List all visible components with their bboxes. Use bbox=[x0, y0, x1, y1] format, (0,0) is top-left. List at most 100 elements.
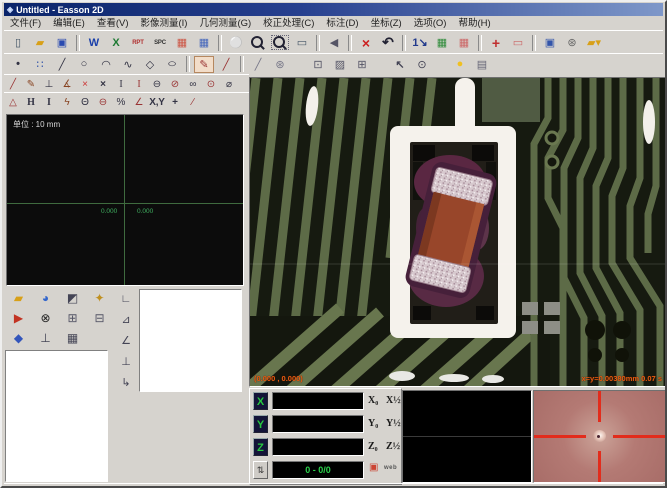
tools-icon[interactable]: ✦ bbox=[86, 288, 113, 307]
point-grid-tool-icon[interactable]: ∷ bbox=[30, 56, 50, 73]
zoom-camera-view[interactable] bbox=[533, 390, 666, 483]
perpendicular-icon[interactable]: ⊥ bbox=[40, 76, 58, 92]
line-tool-icon[interactable]: ╱ bbox=[52, 56, 72, 73]
y-half-button[interactable]: Y½ bbox=[386, 418, 401, 429]
delete-icon[interactable]: × bbox=[356, 34, 376, 51]
i-distance-icon[interactable]: I bbox=[40, 94, 58, 110]
circle-slash-icon[interactable]: ⊘ bbox=[166, 76, 184, 92]
menu-annotate[interactable]: 标注(D) bbox=[320, 17, 364, 30]
back-icon[interactable]: ◀ bbox=[324, 34, 344, 51]
undo-icon[interactable]: ↶ bbox=[378, 34, 398, 51]
gem-icon[interactable]: ◆ bbox=[5, 328, 32, 347]
grid-icon[interactable]: ▦ bbox=[59, 328, 86, 347]
axis-angle-icon[interactable]: ∠ bbox=[116, 330, 136, 351]
percent-icon[interactable]: % bbox=[112, 94, 130, 110]
box-transform-icon[interactable]: ▨ bbox=[330, 56, 350, 73]
theta-icon[interactable]: Θ bbox=[76, 94, 94, 110]
cross-large-icon[interactable]: × bbox=[94, 76, 112, 92]
menu-help[interactable]: 帮助(H) bbox=[452, 17, 496, 30]
measure-pen-icon[interactable]: ✎ bbox=[22, 76, 40, 92]
menu-correction[interactable]: 校正处理(C) bbox=[257, 17, 320, 30]
axis-branch-icon[interactable]: ↳ bbox=[116, 372, 136, 393]
zoom-region-icon[interactable] bbox=[270, 34, 290, 51]
word-export-icon[interactable]: W bbox=[84, 34, 104, 51]
z-half-button[interactable]: Z½ bbox=[386, 441, 400, 452]
construct-line-icon[interactable]: ╱ bbox=[248, 56, 268, 73]
spline-tool-icon[interactable]: ∿ bbox=[118, 56, 138, 73]
image-folder-icon[interactable]: ▰▾ bbox=[584, 34, 604, 51]
settings-icon[interactable]: ⊛ bbox=[562, 34, 582, 51]
ibeam-tall-icon[interactable]: I bbox=[130, 76, 148, 92]
arc-tool-icon[interactable]: ◠ bbox=[96, 56, 116, 73]
circle-small-icon[interactable]: ⊙ bbox=[202, 76, 220, 92]
globe-icon[interactable]: ◕ bbox=[32, 288, 59, 307]
z-zero-button[interactable]: Z₀ bbox=[368, 441, 378, 452]
grid-red-icon[interactable]: ▦ bbox=[454, 34, 474, 51]
menu-image-measure[interactable]: 影像测量(I) bbox=[134, 17, 193, 30]
printer-icon[interactable]: ▤ bbox=[472, 56, 492, 73]
measure-line-icon[interactable]: ╱ bbox=[4, 76, 22, 92]
menu-view[interactable]: 查看(V) bbox=[91, 17, 135, 30]
menu-file[interactable]: 文件(F) bbox=[4, 17, 47, 30]
delete-point-icon[interactable]: × bbox=[76, 76, 94, 92]
unit-toggle-button[interactable]: ⇅ bbox=[253, 461, 268, 479]
menu-options[interactable]: 选项(O) bbox=[408, 17, 453, 30]
branch-icon[interactable]: ⊟ bbox=[86, 308, 113, 327]
save-icon[interactable]: ▣ bbox=[52, 34, 72, 51]
cube-icon[interactable]: ◩ bbox=[59, 288, 86, 307]
x-zero-button[interactable]: X₀ bbox=[368, 395, 378, 406]
camera-view[interactable]: (0.000 , 0.000) x=y=0.00380mm 0.07 s bbox=[249, 77, 667, 387]
nodes-icon[interactable]: ⊞ bbox=[59, 308, 86, 327]
rect-red-icon[interactable]: ▭ bbox=[508, 34, 528, 51]
titlebar[interactable]: ◈ Untitled - Easson 2D bbox=[4, 3, 663, 16]
z-axis-button[interactable]: Z bbox=[253, 438, 268, 456]
angle-construct-icon[interactable]: ∡ bbox=[58, 76, 76, 92]
light-icon[interactable]: ● bbox=[450, 56, 470, 73]
measure-line-tool-icon[interactable]: ╱ bbox=[216, 56, 236, 73]
diameter-icon[interactable]: ⌀ bbox=[220, 76, 238, 92]
triangle-measure-icon[interactable]: △ bbox=[4, 94, 22, 110]
cross-red-icon[interactable]: + bbox=[486, 34, 506, 51]
pen-tool-icon[interactable]: ✎ bbox=[194, 56, 214, 73]
stop-icon[interactable]: ⊗ bbox=[32, 308, 59, 327]
circle-pair-icon[interactable]: ∞ bbox=[184, 76, 202, 92]
new-file-icon[interactable]: ▯ bbox=[8, 34, 28, 51]
menu-geometry-measure[interactable]: 几何测量(G) bbox=[193, 17, 257, 30]
box-select-icon[interactable]: ⊡ bbox=[308, 56, 328, 73]
h-distance-icon[interactable]: H bbox=[22, 94, 40, 110]
circle-pin-icon[interactable]: ⊖ bbox=[148, 76, 166, 92]
skew-line-icon[interactable]: ∕ bbox=[184, 94, 202, 110]
probe-icon[interactable]: ▣ bbox=[369, 462, 378, 473]
axis-perp-icon[interactable]: ⊥ bbox=[116, 351, 136, 372]
elements-listbox[interactable] bbox=[5, 350, 108, 482]
box-capture-icon[interactable]: ⊞ bbox=[352, 56, 372, 73]
plus-origin-icon[interactable]: + bbox=[166, 94, 184, 110]
navigation-canvas[interactable]: 单位 : 10 mm 0.000 0.000 bbox=[6, 114, 244, 286]
mouse-icon[interactable]: ⚪ bbox=[226, 34, 246, 51]
menu-edit[interactable]: 编辑(E) bbox=[47, 17, 91, 30]
folder-gold-icon[interactable]: ▰ bbox=[5, 288, 32, 307]
results-listbox[interactable] bbox=[139, 289, 242, 392]
sequence-icon[interactable]: 1↘ bbox=[410, 34, 430, 51]
menu-coordinate[interactable]: 坐标(Z) bbox=[365, 17, 408, 30]
pick-circle-icon[interactable]: ⊙ bbox=[412, 56, 432, 73]
axis-triangle-icon[interactable]: ⊿ bbox=[116, 309, 136, 330]
rpt-report-icon[interactable]: RPT bbox=[128, 34, 148, 51]
open-file-icon[interactable]: ▰ bbox=[30, 34, 50, 51]
x-axis-button[interactable]: X bbox=[253, 392, 268, 410]
circle-minus-icon[interactable]: ⊖ bbox=[94, 94, 112, 110]
report-blue-icon[interactable]: ▦ bbox=[194, 34, 214, 51]
report-red-icon[interactable]: ▦ bbox=[172, 34, 192, 51]
y-zero-button[interactable]: Y₀ bbox=[368, 418, 378, 429]
x-half-button[interactable]: X½ bbox=[386, 395, 401, 406]
gear-circle-icon[interactable]: ⊛ bbox=[270, 56, 290, 73]
y-axis-button[interactable]: Y bbox=[253, 415, 268, 433]
play-icon[interactable]: ▶ bbox=[5, 308, 32, 327]
spc-report-icon[interactable]: SPC bbox=[150, 34, 170, 51]
ibeam-icon[interactable]: I bbox=[112, 76, 130, 92]
link-elements-icon[interactable]: ϟ bbox=[58, 94, 76, 110]
angle-measure-icon[interactable]: ∠ bbox=[130, 94, 148, 110]
axis-origin-icon[interactable]: ∟ bbox=[116, 288, 136, 309]
grid-green-icon[interactable]: ▦ bbox=[432, 34, 452, 51]
zoom-in-icon[interactable] bbox=[248, 34, 268, 51]
